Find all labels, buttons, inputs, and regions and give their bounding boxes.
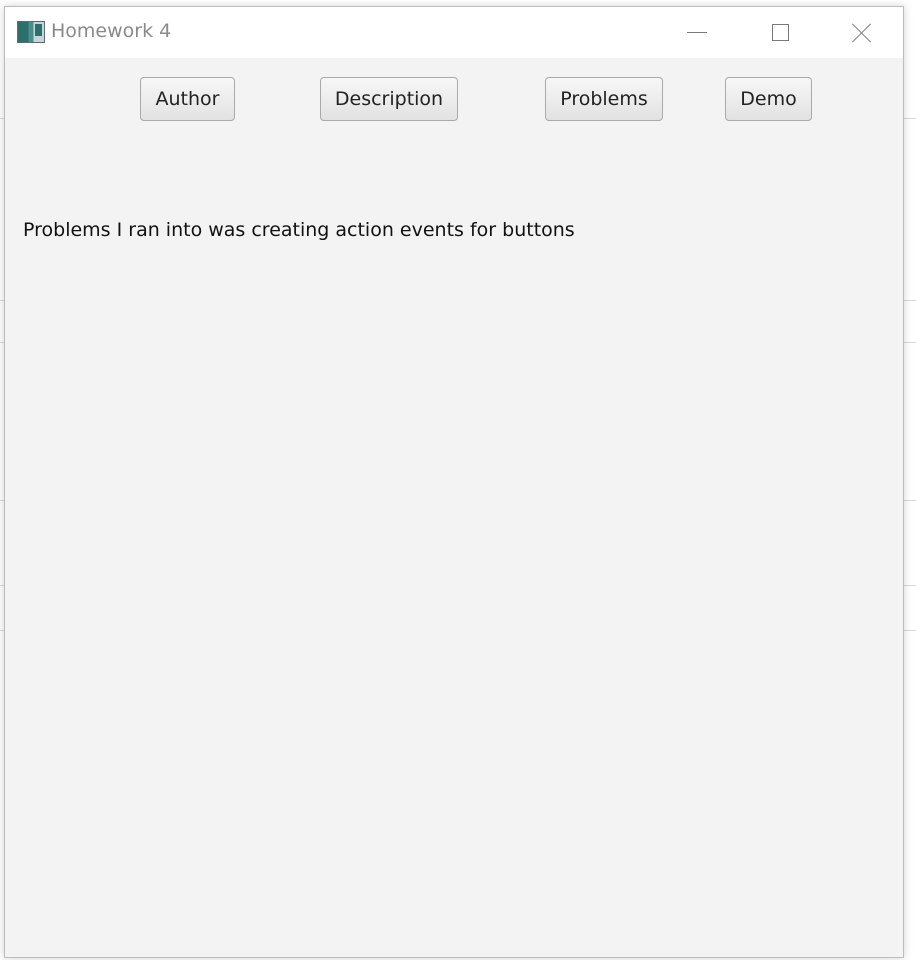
- minimize-icon: [687, 32, 707, 33]
- maximize-icon: [771, 24, 789, 41]
- maximize-button[interactable]: [750, 7, 810, 58]
- minimize-button[interactable]: [667, 7, 727, 58]
- main-window: Homework 4 Author Description Problems D…: [4, 6, 904, 958]
- author-button[interactable]: Author: [140, 77, 235, 121]
- title-bar[interactable]: Homework 4: [5, 7, 903, 58]
- problems-text: Problems I ran into was creating action …: [23, 219, 575, 241]
- close-button[interactable]: [832, 7, 892, 58]
- description-button[interactable]: Description: [320, 77, 458, 121]
- app-icon: [17, 21, 45, 43]
- window-title: Homework 4: [51, 20, 172, 42]
- content-area: Author Description Problems Demo Problem…: [5, 58, 903, 957]
- close-icon: [851, 22, 873, 44]
- problems-button[interactable]: Problems: [545, 77, 663, 121]
- demo-button[interactable]: Demo: [725, 77, 812, 121]
